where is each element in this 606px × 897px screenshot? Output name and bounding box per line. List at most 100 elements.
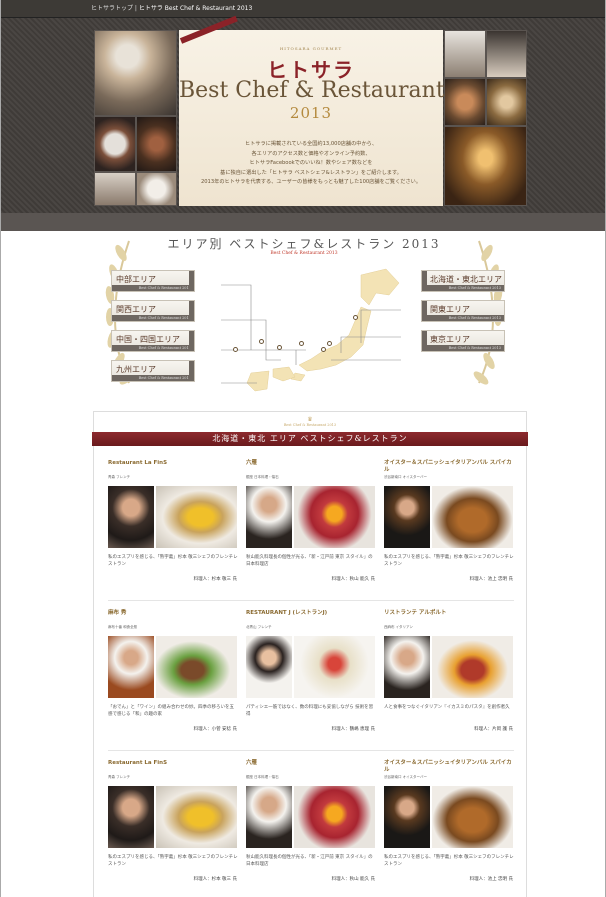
restaurant-description: 私のエスプリを感じる、「熟宇義」杉本 敬三シェフのフレンチレストラン xyxy=(384,855,514,867)
restaurant-genre: 渋谷新南口 オイスターバー xyxy=(384,475,427,479)
restaurant-card[interactable]: 六雁 銀座 日本料理・懐石 秋山能久料理長の個性が光る、「新・江戸前 東京 スタ… xyxy=(246,760,377,896)
region-label: 関西エリア xyxy=(116,305,156,314)
dish-photo xyxy=(294,486,375,548)
map-pin-kansai[interactable] xyxy=(277,345,282,350)
restaurant-card[interactable]: オイスター＆スパニッシュイタリアンバル スパイカル 渋谷新南口 オイスターバー … xyxy=(384,460,515,596)
hero-banner: HITOSARA GOURMET ヒトサラ Best Chef & Restau… xyxy=(1,15,605,231)
chef-name: 料理人：秋山 能久 氏 xyxy=(331,877,375,882)
row-divider xyxy=(108,600,514,601)
restaurant-name: RESTAURANT J (レストランJ) xyxy=(246,610,328,616)
hero-photo-dish-5 xyxy=(486,78,527,126)
map-pin-chubu[interactable] xyxy=(299,341,304,346)
dish-photo xyxy=(432,786,513,848)
chef-photo xyxy=(108,636,154,698)
breadcrumb: ヒトサラトップ | ヒトサラ Best Chef & Restaurant 20… xyxy=(1,0,605,18)
restaurant-card[interactable]: Restaurant La FinS 青森 フレンチ 私のエスプリを感じる、「熟… xyxy=(108,460,239,596)
region-sublabel: Best Chef & Restaurant 2013 xyxy=(112,315,194,321)
dish-photo xyxy=(432,486,513,548)
chef-name: 料理人：小菅 安稔 氏 xyxy=(193,727,237,732)
region-chugoku-shikoku-button[interactable]: 中国・四国エリア Best Chef & Restaurant 2013 xyxy=(111,330,195,352)
restaurant-name: 六雁 xyxy=(246,760,258,766)
region-hokkaido-tohoku-button[interactable]: 北海道・東北エリア Best Chef & Restaurant 2013 xyxy=(421,270,505,292)
restaurant-description: 秋山能久料理長の個性が光る、「新・江戸前 東京 スタイル」の日本料理店 xyxy=(246,555,373,567)
map-section-title: エリア別 ベストシェフ&レストラン 2013 xyxy=(167,237,441,251)
row-divider xyxy=(108,750,514,751)
chef-name: 料理人：池上 忠明 氏 xyxy=(469,877,513,882)
restaurant-genre: 西麻布 イタリアン xyxy=(384,625,413,629)
hero-description-line: 各エリアのアクセス数と価格やオンライン予約数、 xyxy=(251,150,371,157)
chef-name: 料理人：杉本 敬三 氏 xyxy=(193,577,237,582)
region-sublabel: Best Chef & Restaurant 2013 xyxy=(112,375,194,381)
area-section-heading: 北海道・東北 エリア ベストシェフ&レストラン xyxy=(92,432,528,446)
chef-name: 料理人：杉本 敬三 氏 xyxy=(193,877,237,882)
dish-photo xyxy=(294,636,375,698)
restaurant-card[interactable]: リストランテ アルポルト 西麻布 イタリアン 人と食事をつなぐイタリアン『イカス… xyxy=(384,610,515,746)
region-tokyo-button[interactable]: 東京エリア Best Chef & Restaurant 2013 xyxy=(421,330,505,352)
restaurant-card[interactable]: Restaurant La FinS 青森 フレンチ 私のエスプリを感じる、「熟… xyxy=(108,760,239,896)
chef-name: 料理人：池上 忠明 氏 xyxy=(469,577,513,582)
dish-photo xyxy=(156,486,237,548)
region-label: 北海道・東北エリア xyxy=(430,275,502,284)
restaurant-description: 秋山能久料理長の個性が光る、「新・江戸前 東京 スタイル」の日本料理店 xyxy=(246,855,373,867)
chef-photo xyxy=(384,636,430,698)
page: ヒトサラトップ | ヒトサラ Best Chef & Restaurant 20… xyxy=(0,0,606,897)
restaurant-genre: 北青山 フレンチ xyxy=(246,625,272,629)
chef-name: 料理人：秋山 能久 氏 xyxy=(331,577,375,582)
crown-crest-icon: ♛ xyxy=(307,416,313,423)
chef-name: 料理人：片岡 護 氏 xyxy=(474,727,513,732)
hero-photo-dish-2 xyxy=(136,116,177,172)
restaurant-card[interactable]: 六雁 銀座 日本料理・懐石 秋山能久料理長の個性が光る、「新・江戸前 東京 スタ… xyxy=(246,460,377,596)
region-label: 関東エリア xyxy=(430,305,470,314)
area-map-section: エリア別 ベストシェフ&レストラン 2013 Best Chef & Resta… xyxy=(81,225,527,400)
restaurant-name: 六雁 xyxy=(246,460,258,466)
restaurant-genre: 青森 フレンチ xyxy=(108,775,131,779)
region-kansai-button[interactable]: 関西エリア Best Chef & Restaurant 2013 xyxy=(111,300,195,322)
area-ranking-panel: ♛ Best Chef & Restaurant 2013 北海道・東北 エリア… xyxy=(92,411,528,897)
restaurant-card[interactable]: RESTAURANT J (レストランJ) 北青山 フレンチ パティシエ一筋では… xyxy=(246,610,377,746)
region-kyushu-button[interactable]: 九州エリア Best Chef & Restaurant 2013 xyxy=(111,360,195,382)
hero-description: ヒトサラに掲載されている全国約13,000店舗の中から、 各エリアのアクセス数と… xyxy=(197,140,425,188)
region-chubu-button[interactable]: 中部エリア Best Chef & Restaurant 2013 xyxy=(111,270,195,292)
region-sublabel: Best Chef & Restaurant 2013 xyxy=(422,315,504,321)
hero-photo-dish-3 xyxy=(136,172,177,206)
crest-subtitle: Best Chef & Restaurant 2013 xyxy=(283,423,337,427)
restaurant-card[interactable]: オイスター＆スパニッシュイタリアンバル スパイカル 渋谷新南口 オイスターバー … xyxy=(384,760,515,896)
breadcrumb-home-link[interactable]: ヒトサラトップ xyxy=(91,5,133,12)
chef-photo xyxy=(246,636,292,698)
hero-photo-interior xyxy=(444,126,527,206)
dish-photo xyxy=(156,786,237,848)
hero-photo-dish-1 xyxy=(94,116,136,172)
map-pin-tokyo[interactable] xyxy=(321,347,326,352)
hero-title: Best Chef & Restaurant xyxy=(179,78,445,103)
restaurant-description: 人と食事をつなぐイタリアン『イカスミのパスタ』を創作者久 xyxy=(384,705,510,710)
chef-photo xyxy=(108,786,154,848)
restaurant-name: リストランテ アルポルト xyxy=(384,610,447,616)
map-pin-chugoku[interactable] xyxy=(259,339,264,344)
region-kanto-button[interactable]: 関東エリア Best Chef & Restaurant 2013 xyxy=(421,300,505,322)
chef-name: 料理人：鶴嶋 恵理 氏 xyxy=(331,727,375,732)
chef-photo xyxy=(246,786,292,848)
region-sublabel: Best Chef & Restaurant 2013 xyxy=(422,345,504,351)
hero-photo-chef-2 xyxy=(94,172,136,206)
region-label: 中部エリア xyxy=(116,275,156,284)
restaurant-description: 私のエスプリを感じる、「熟宇義」杉本 敬三シェフのフレンチレストラン xyxy=(384,555,514,567)
breadcrumb-current: ヒトサラ Best Chef & Restaurant 2013 xyxy=(138,5,253,12)
hero-description-line: ヒトサラに掲載されている全国約13,000店舗の中から、 xyxy=(244,141,378,147)
region-label: 東京エリア xyxy=(430,335,470,344)
restaurant-description: パティシエ一筋ではなく、数の料理にも妥協しながら 技術を習得 xyxy=(246,705,374,717)
map-pin-kanto[interactable] xyxy=(327,341,332,346)
restaurant-genre: 銀座 日本料理・懐石 xyxy=(246,775,279,779)
restaurant-genre: 銀座 日本料理・懐石 xyxy=(246,475,279,479)
hero-logo-small: HITOSARA GOURMET xyxy=(279,46,343,51)
map-section-subtitle: Best Chef & Restaurant 2013 xyxy=(270,251,338,256)
restaurant-card[interactable]: 麻布 秀 麻布十番 和食全般 「おでん」と「ワイン」の組み合わせの妙。四季の移ろ… xyxy=(108,610,239,746)
map-pin-hokkaido[interactable] xyxy=(353,315,358,320)
restaurant-name: オイスター＆スパニッシュイタリアンバル スパイカル xyxy=(384,460,512,473)
map-pin-kyushu[interactable] xyxy=(233,347,238,352)
restaurant-name: 麻布 秀 xyxy=(108,610,127,616)
restaurant-name: オイスター＆スパニッシュイタリアンバル スパイカル xyxy=(384,760,512,773)
hero-year: 2013 xyxy=(289,104,333,122)
region-sublabel: Best Chef & Restaurant 2013 xyxy=(112,345,194,351)
restaurant-name: Restaurant La FinS xyxy=(108,760,168,766)
hero-photo-chef-3 xyxy=(444,30,486,78)
